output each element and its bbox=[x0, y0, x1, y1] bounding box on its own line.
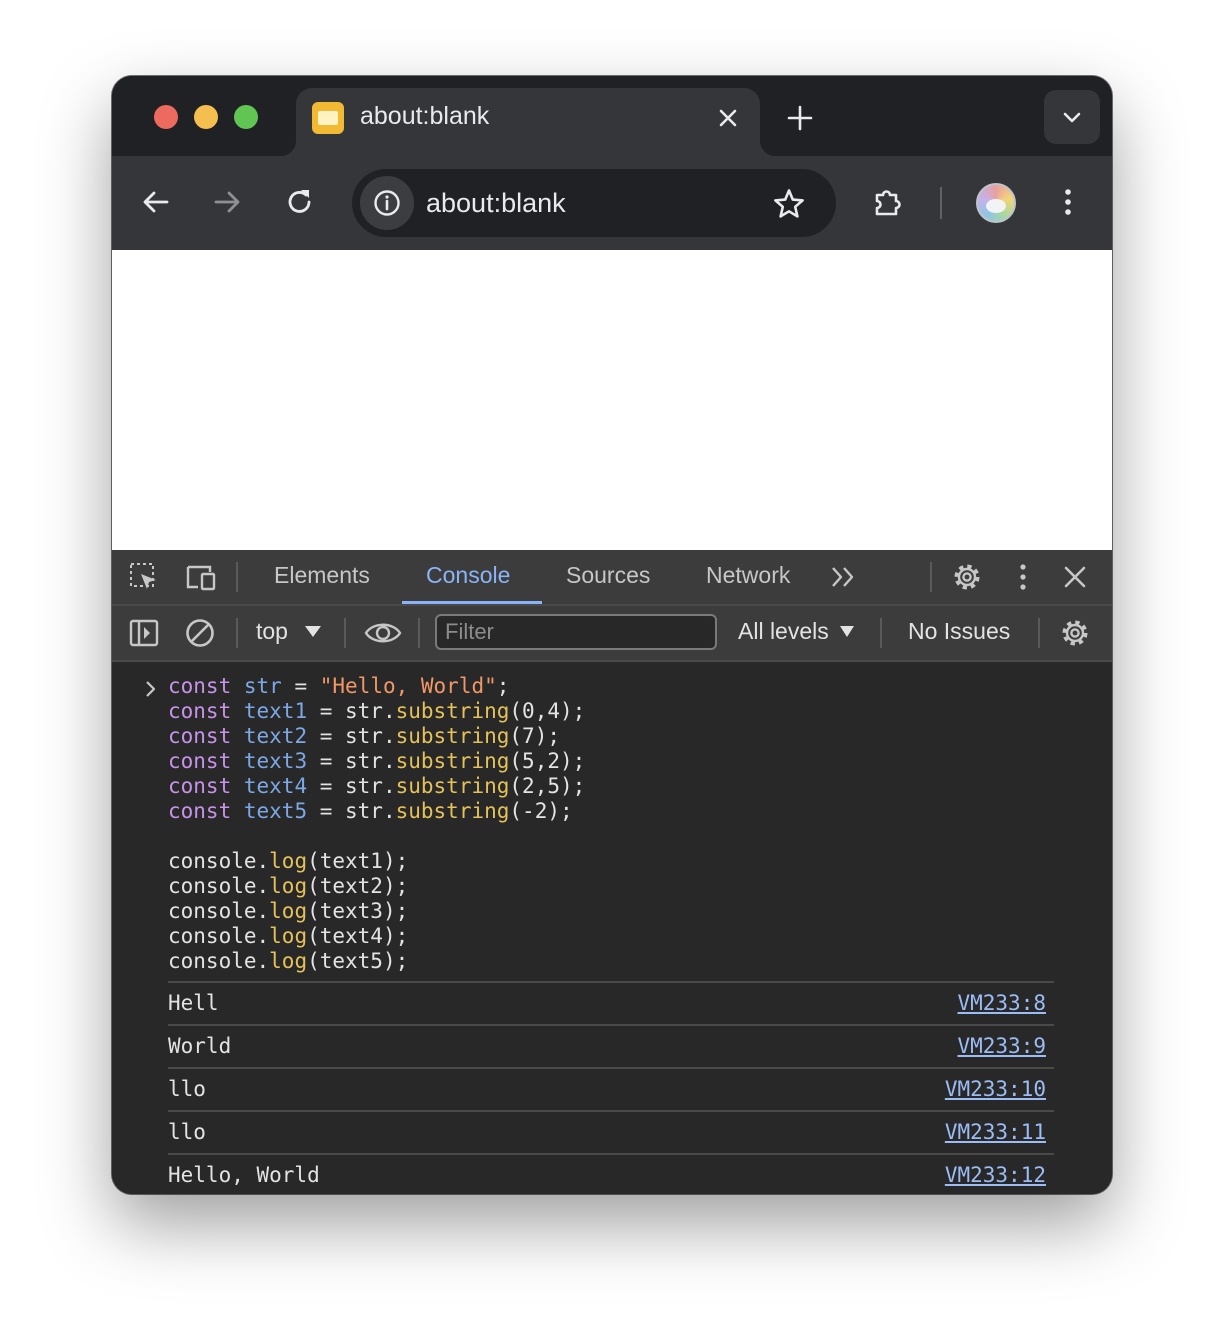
dropdown-triangle-icon bbox=[840, 626, 855, 637]
toolbar-separator bbox=[236, 562, 238, 592]
toolbar-separator bbox=[418, 618, 420, 648]
context-label: top bbox=[256, 618, 288, 644]
close-window-button[interactable] bbox=[154, 105, 178, 129]
source-link[interactable]: VM233:12 bbox=[945, 1163, 1046, 1187]
source-link[interactable]: VM233:11 bbox=[945, 1120, 1046, 1144]
log-levels-label: All levels bbox=[738, 618, 829, 644]
browser-toolbar: about:blank bbox=[112, 156, 1112, 250]
bookmark-star-icon[interactable] bbox=[772, 187, 806, 221]
extensions-icon[interactable] bbox=[872, 185, 906, 219]
log-levels-dropdown[interactable]: All levels bbox=[738, 618, 855, 645]
more-menu-icon[interactable] bbox=[1051, 185, 1085, 219]
maximize-window-button[interactable] bbox=[234, 105, 258, 129]
site-info-button[interactable] bbox=[360, 176, 414, 230]
chevron-down-icon bbox=[1063, 112, 1081, 123]
log-message: Hello, World bbox=[168, 1163, 320, 1187]
console-log-row: World VM233:9 bbox=[168, 1024, 1054, 1067]
toolbar-separator bbox=[344, 618, 346, 648]
reload-icon[interactable] bbox=[283, 185, 317, 219]
url-text[interactable]: about:blank bbox=[426, 188, 566, 219]
tab-strip: about:blank bbox=[112, 76, 1112, 156]
close-devtools-icon[interactable] bbox=[1061, 563, 1089, 591]
filter-input[interactable] bbox=[435, 614, 717, 650]
new-tab-icon[interactable] bbox=[784, 102, 816, 134]
input-chevron-icon bbox=[146, 681, 156, 697]
toolbar-separator bbox=[236, 618, 238, 648]
issues-count[interactable]: No Issues bbox=[908, 618, 1010, 645]
toolbar-separator bbox=[880, 618, 882, 648]
console-log-row: Hello, World VM233:12 bbox=[168, 1153, 1054, 1194]
settings-gear-icon[interactable] bbox=[951, 561, 983, 593]
console-log-row: Hell VM233:8 bbox=[168, 981, 1054, 1024]
page-favicon-icon bbox=[312, 102, 344, 134]
toolbar-separator bbox=[930, 562, 932, 592]
tab-close-icon[interactable] bbox=[714, 104, 742, 132]
tab-console[interactable]: Console bbox=[426, 562, 510, 589]
console-log-row: llo VM233:10 bbox=[168, 1067, 1054, 1110]
devtools-menu-icon[interactable] bbox=[1009, 561, 1037, 593]
source-link[interactable]: VM233:9 bbox=[957, 1034, 1046, 1058]
device-toolbar-icon[interactable] bbox=[184, 561, 218, 593]
console-log-row: llo VM233:11 bbox=[168, 1110, 1054, 1153]
source-link[interactable]: VM233:10 bbox=[945, 1077, 1046, 1101]
back-icon[interactable] bbox=[139, 185, 173, 219]
console-output: const str = "Hello, World"; const text1 … bbox=[112, 662, 1112, 1194]
console-settings-gear-icon[interactable] bbox=[1059, 617, 1091, 649]
forward-icon[interactable] bbox=[210, 185, 244, 219]
console-input-code[interactable]: const str = "Hello, World"; const text1 … bbox=[168, 674, 585, 974]
tab-title: about:blank bbox=[360, 102, 490, 130]
tab-network[interactable]: Network bbox=[706, 562, 790, 589]
toolbar-separator bbox=[1038, 618, 1040, 648]
clear-console-icon[interactable] bbox=[184, 617, 216, 649]
dropdown-triangle-icon bbox=[305, 626, 322, 637]
source-link[interactable]: VM233:8 bbox=[957, 991, 1046, 1015]
active-tab-indicator bbox=[402, 601, 542, 604]
toolbar-divider bbox=[940, 187, 942, 219]
minimize-window-button[interactable] bbox=[194, 105, 218, 129]
info-icon bbox=[374, 190, 400, 216]
tab-elements[interactable]: Elements bbox=[274, 562, 370, 589]
log-message: llo bbox=[168, 1077, 206, 1101]
page-content bbox=[112, 250, 1112, 550]
log-message: World bbox=[168, 1034, 232, 1058]
tab-sources[interactable]: Sources bbox=[566, 562, 650, 589]
log-message: Hell bbox=[168, 991, 219, 1015]
devtools-tab-bar: Elements Console Sources Network bbox=[112, 550, 1112, 606]
profile-avatar[interactable] bbox=[976, 183, 1016, 223]
browser-window: about:blank about:blank Elements Console… bbox=[112, 76, 1112, 1194]
sidebar-toggle-icon[interactable] bbox=[128, 617, 160, 649]
more-tabs-icon[interactable] bbox=[830, 565, 858, 589]
live-expression-eye-icon[interactable] bbox=[364, 618, 402, 648]
console-log-list: Hell VM233:8 World VM233:9 llo VM233:10 … bbox=[168, 981, 1054, 1194]
inspect-element-icon[interactable] bbox=[128, 561, 160, 593]
browser-tab[interactable]: about:blank bbox=[280, 88, 776, 156]
devtools-panel: Elements Console Sources Network top Fil… bbox=[112, 550, 1112, 1194]
console-toolbar: top All levels No Issues bbox=[112, 606, 1112, 662]
address-bar[interactable]: about:blank bbox=[352, 169, 836, 237]
context-selector[interactable]: top bbox=[256, 618, 322, 645]
tab-search-button[interactable] bbox=[1044, 90, 1100, 144]
log-message: llo bbox=[168, 1120, 206, 1144]
